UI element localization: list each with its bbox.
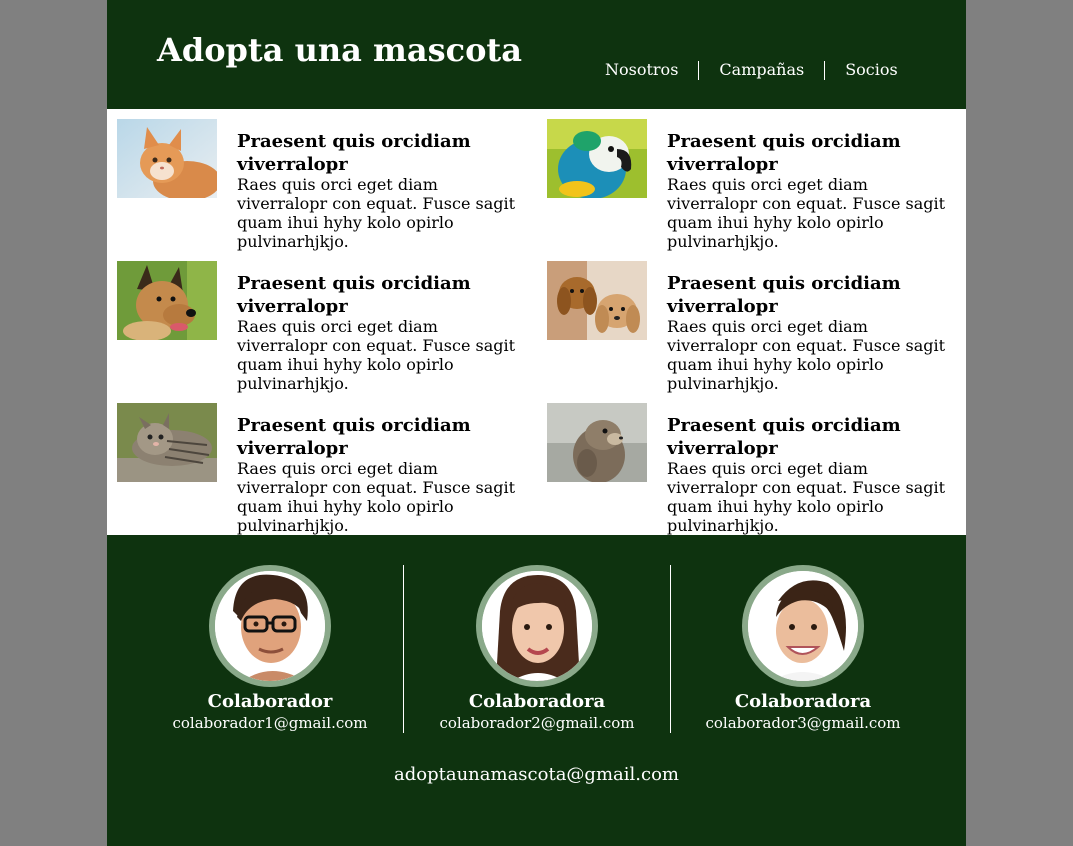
team-member: Colaboradora colaborador3@gmail.com: [670, 565, 936, 733]
article-title: Praesent quis orcidiam viverralopr: [237, 415, 471, 459]
avatar: [742, 565, 864, 687]
site-header: Adopta una mascota Nosotros Campañas Soc…: [107, 0, 966, 109]
page-container: Adopta una mascota Nosotros Campañas Soc…: [107, 0, 966, 846]
articles-section: Praesent quis orcidiam viverralopr Raes …: [107, 109, 966, 535]
nav-divider: [824, 60, 826, 80]
team-member: Colaboradora colaborador2@gmail.com: [404, 565, 670, 733]
marmot-photo: [547, 403, 647, 482]
article-title: Praesent quis orcidiam viverralopr: [237, 131, 471, 175]
article-card[interactable]: Praesent quis orcidiam viverralopr Raes …: [117, 119, 537, 251]
article-text: Raes quis orci eget diam viverralopr con…: [667, 459, 946, 535]
member-email[interactable]: colaborador1@gmail.com: [137, 713, 403, 733]
member-email[interactable]: colaborador3@gmail.com: [670, 713, 936, 733]
article-text: Raes quis orci eget diam viverralopr con…: [667, 317, 946, 393]
nav-divider: [698, 60, 700, 80]
cat-photo: [117, 403, 217, 482]
article-text: Raes quis orci eget diam viverralopr con…: [667, 175, 946, 251]
parrot-photo: [547, 119, 647, 198]
member-name: Colaborador: [207, 691, 333, 712]
dog-photo: [117, 261, 217, 340]
article-title: Praesent quis orcidiam viverralopr: [667, 131, 901, 175]
avatar: [209, 565, 331, 687]
article-card[interactable]: Praesent quis orcidiam viverralopr Raes …: [547, 403, 967, 535]
article-text: Raes quis orci eget diam viverralopr con…: [237, 459, 516, 535]
article-title: Praesent quis orcidiam viverralopr: [667, 273, 901, 317]
article-card[interactable]: Praesent quis orcidiam viverralopr Raes …: [547, 119, 967, 251]
nav-link-socios[interactable]: Socios: [845, 60, 918, 80]
team-section: Colaborador colaborador1@gmail.com Colab…: [137, 565, 937, 733]
article-title: Praesent quis orcidiam viverralopr: [237, 273, 471, 317]
article-title: Praesent quis orcidiam viverralopr: [667, 415, 901, 459]
kitten-photo: [117, 119, 217, 198]
puppies-photo: [547, 261, 647, 340]
article-card[interactable]: Praesent quis orcidiam viverralopr Raes …: [117, 261, 537, 393]
nav-link-nosotros[interactable]: Nosotros: [605, 60, 698, 80]
article-card[interactable]: Praesent quis orcidiam viverralopr Raes …: [547, 261, 967, 393]
contact-email[interactable]: adoptaunamascota@gmail.com: [107, 763, 966, 787]
article-text: Raes quis orci eget diam viverralopr con…: [237, 317, 516, 393]
main-nav: Nosotros Campañas Socios: [605, 60, 918, 80]
member-name: Colaboradora: [468, 691, 606, 712]
article-text: Raes quis orci eget diam viverralopr con…: [237, 175, 516, 251]
article-card[interactable]: Praesent quis orcidiam viverralopr Raes …: [117, 403, 537, 535]
avatar: [476, 565, 598, 687]
site-title: Adopta una mascota: [157, 31, 522, 69]
site-footer: Colaborador colaborador1@gmail.com Colab…: [107, 535, 966, 846]
nav-link-campanas[interactable]: Campañas: [719, 60, 824, 80]
member-email[interactable]: colaborador2@gmail.com: [404, 713, 670, 733]
member-name: Colaboradora: [734, 691, 872, 712]
team-member: Colaborador colaborador1@gmail.com: [137, 565, 403, 733]
